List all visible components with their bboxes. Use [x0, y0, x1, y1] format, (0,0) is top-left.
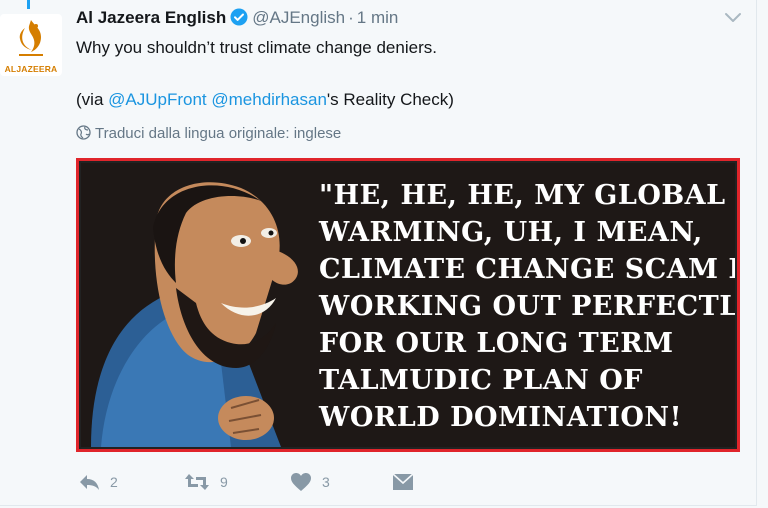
retweet-icon	[185, 474, 209, 490]
avatar[interactable]: ALJAZEERA	[0, 14, 62, 76]
translate-label[interactable]: Traduci dalla lingua originale: inglese	[95, 125, 341, 142]
tweet-text-suffix: 's Reality Check)	[326, 90, 454, 109]
reply-button[interactable]: 2	[78, 470, 118, 494]
caption-line: WARMING, UH, I MEAN,	[319, 217, 703, 248]
caricature-illustration	[91, 182, 298, 447]
globe-icon	[76, 125, 91, 140]
tweet-text-line-2: (via @AJUpFront @mehdirhasan's Reality C…	[76, 90, 454, 110]
retweet-count: 9	[220, 474, 228, 490]
tweet-media-image[interactable]: "HE, HE, HE, MY GLOBAL WARMING, UH, I ME…	[76, 158, 740, 452]
caption-line: "HE, HE, HE, MY GLOBAL	[319, 180, 726, 211]
tweet-header: Al Jazeera English @AJEnglish · 1 min	[76, 8, 398, 30]
caption-line: WORLD DOMINATION!	[319, 402, 682, 433]
direct-message-button[interactable]	[392, 470, 424, 494]
thread-line	[27, 0, 30, 9]
tweet-text-line-1: Why you shouldn’t trust climate change d…	[76, 38, 437, 57]
header-separator: ·	[348, 8, 354, 27]
reply-icon	[80, 475, 99, 490]
tweet: ALJAZEERA Al Jazeera English @AJEnglish · 1…	[0, 0, 757, 506]
author-name[interactable]: Al Jazeera English	[76, 8, 226, 27]
mention-link-ajupfront[interactable]: @AJUpFront	[108, 90, 207, 109]
chevron-down-icon[interactable]	[724, 11, 742, 25]
heart-icon	[291, 473, 311, 491]
caption-line: TALMUDIC PLAN OF	[319, 365, 643, 396]
translate-link[interactable]: Traduci dalla lingua originale: inglese	[76, 125, 341, 142]
mention-link-mehdirhasan[interactable]: @mehdirhasan	[211, 90, 327, 109]
author-handle[interactable]: @AJEnglish	[252, 8, 345, 27]
tweet-text-prefix: (via	[76, 90, 109, 109]
like-count: 3	[322, 474, 330, 490]
al-jazeera-logo-icon	[19, 20, 43, 56]
reply-count: 2	[110, 474, 118, 490]
caption-line: CLIMATE CHANGE SCAM IS	[319, 254, 735, 285]
envelope-icon	[392, 473, 414, 490]
retweet-button[interactable]: 9	[184, 470, 228, 494]
tweet-actions: 2 9 3	[76, 470, 436, 494]
avatar-label: ALJAZEERA	[4, 64, 58, 74]
media-caption: "HE, HE, HE, MY GLOBAL WARMING, UH, I ME…	[319, 177, 735, 436]
like-button[interactable]: 3	[290, 470, 330, 494]
caption-line: WORKING OUT PERFECTLY	[319, 291, 735, 322]
media-content: "HE, HE, HE, MY GLOBAL WARMING, UH, I ME…	[81, 163, 735, 447]
caption-line: FOR OUR LONG TERM	[319, 328, 674, 359]
tweet-timestamp[interactable]: 1 min	[357, 8, 399, 27]
verified-icon	[230, 8, 248, 31]
